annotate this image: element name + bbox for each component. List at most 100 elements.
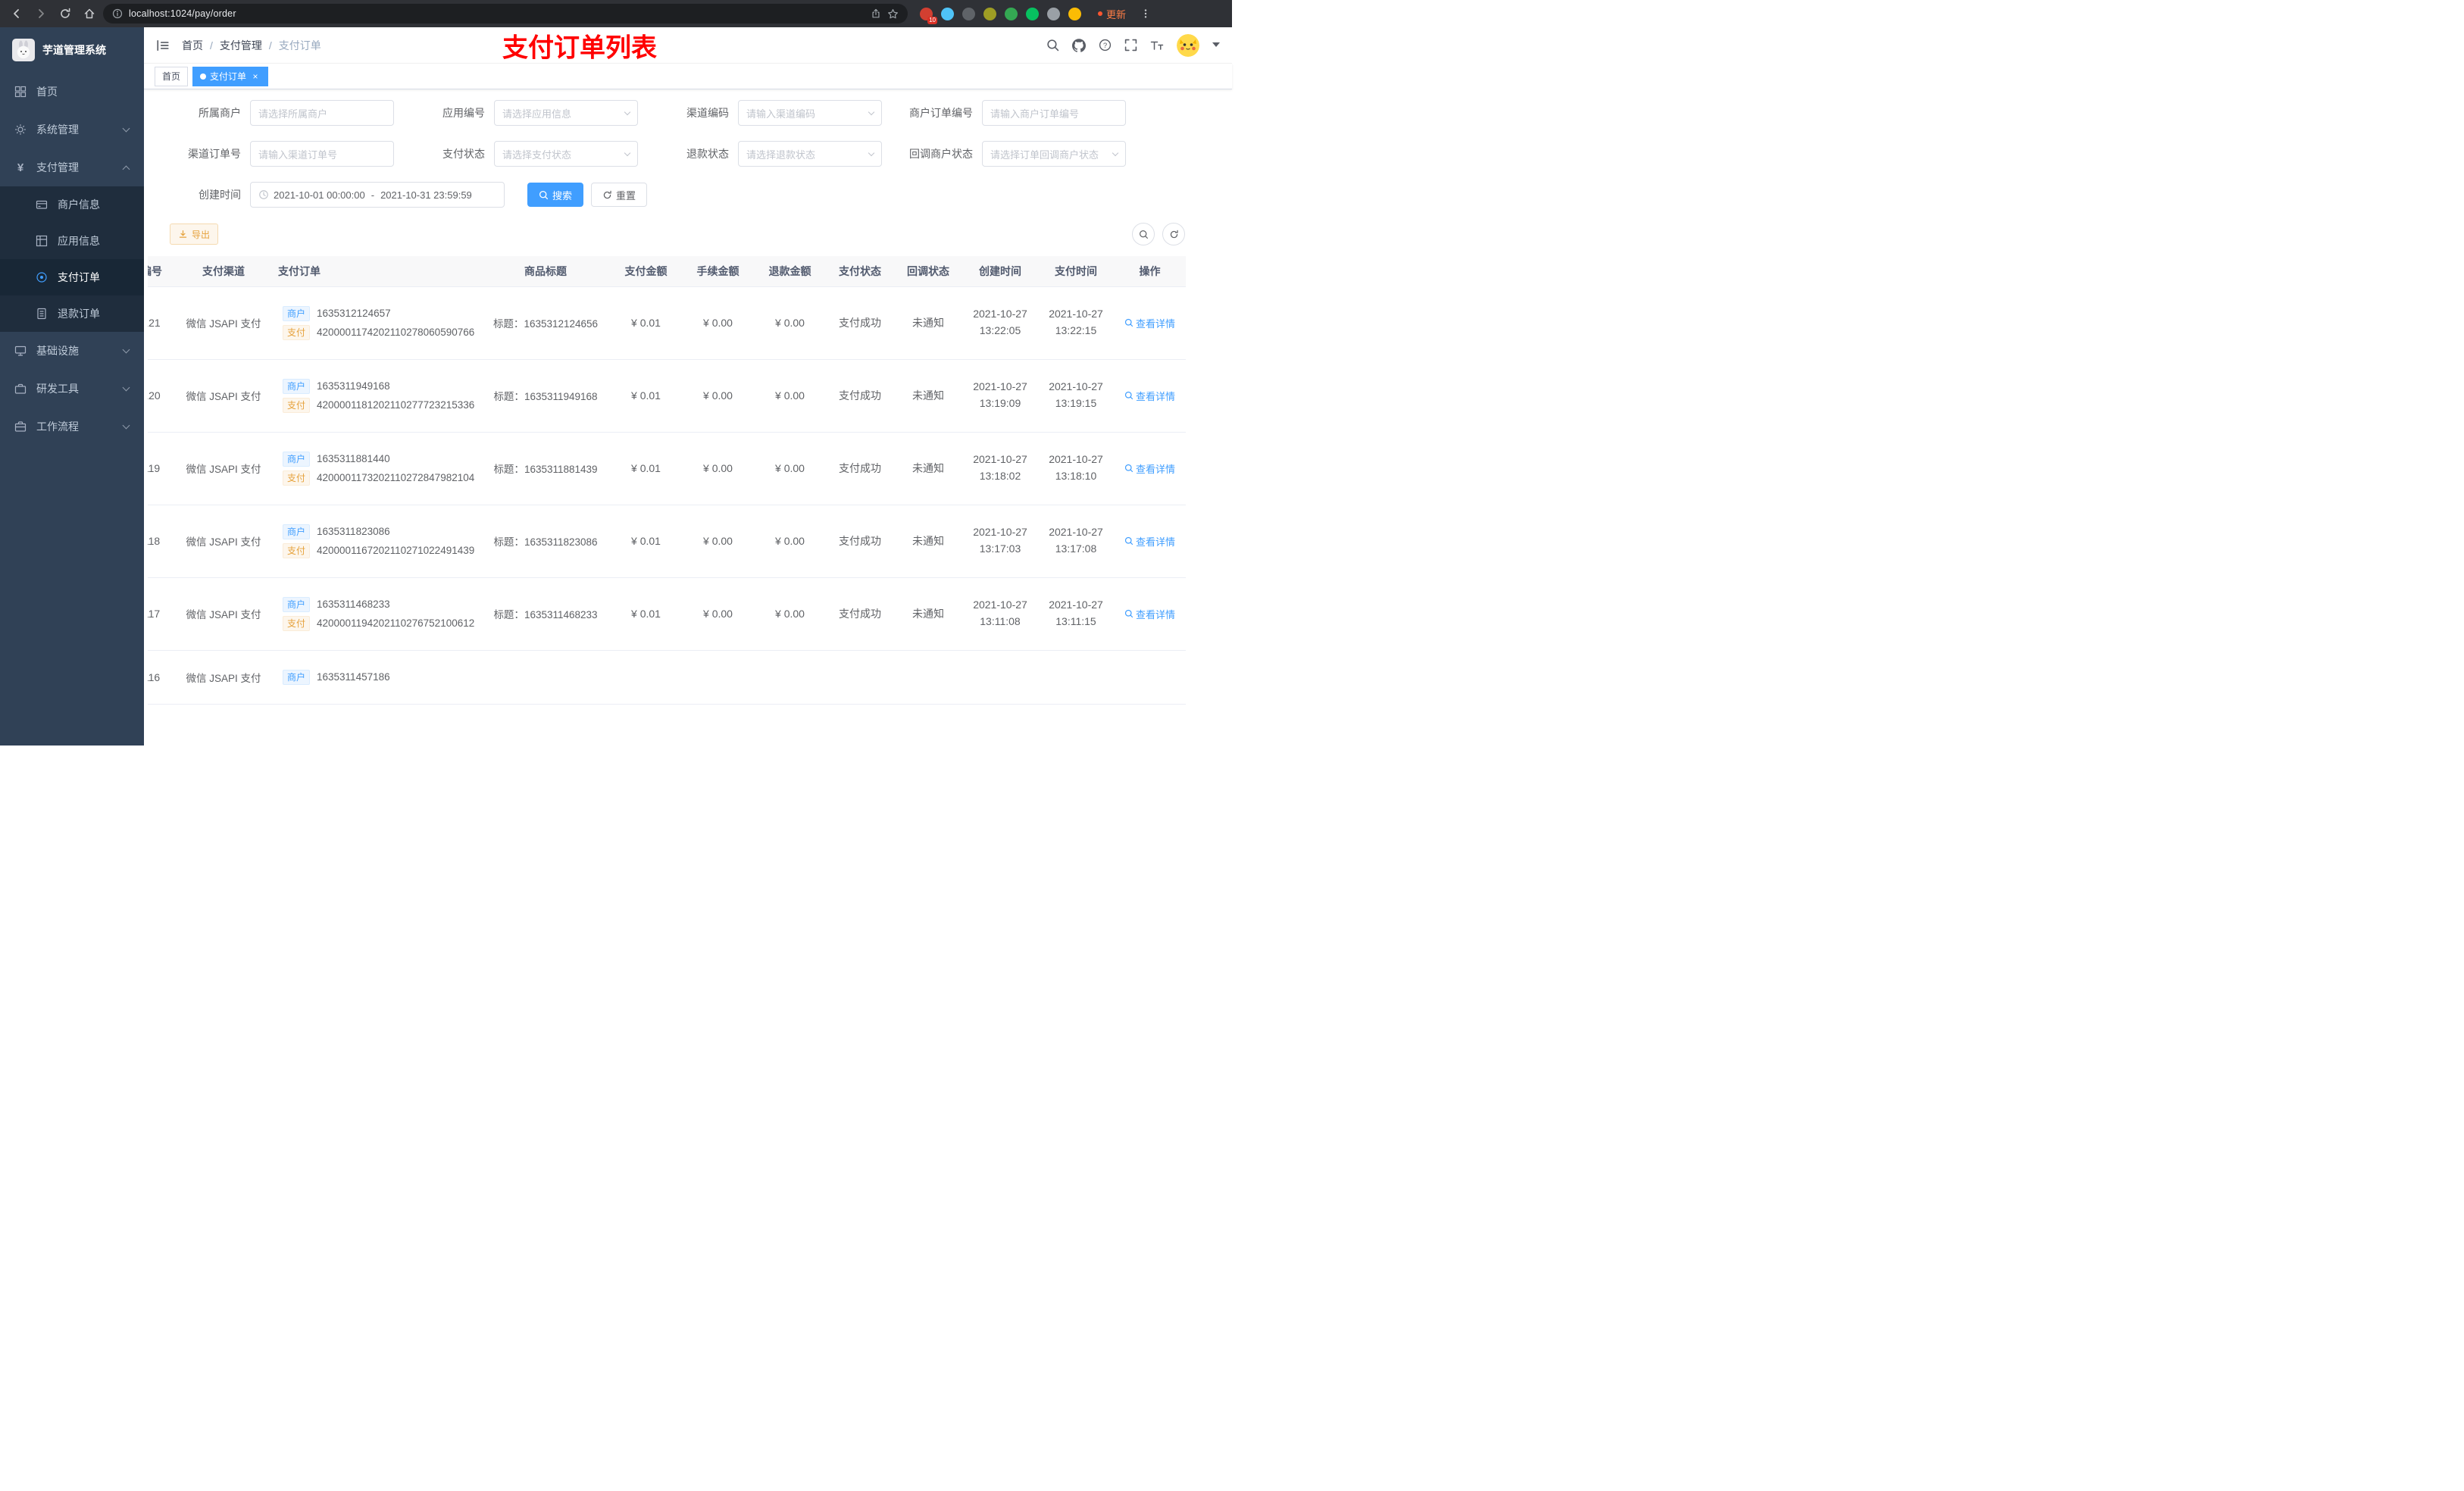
- tab-close-icon[interactable]: ×: [250, 71, 261, 82]
- extension-icon[interactable]: [962, 7, 975, 20]
- sidebar: 芋道管理系统 首页 系统管理 ¥ 支付管理 商户信息应用信息支付订单 退款订单 基础设施 研发…: [0, 27, 144, 746]
- column-header: 操作: [1114, 256, 1186, 287]
- refresh-table-button[interactable]: [1162, 223, 1185, 245]
- filter-field-callback-status: 回调商户状态 请选择订单回调商户状态: [899, 141, 1143, 167]
- url-bar[interactable]: localhost:1024/pay/order: [103, 4, 908, 23]
- breadcrumb-item[interactable]: 首页: [182, 38, 203, 53]
- extension-icon[interactable]: [1047, 7, 1060, 20]
- share-icon[interactable]: [871, 8, 881, 19]
- view-detail-link[interactable]: 查看详情: [1124, 461, 1175, 476]
- filter-pay-status-select[interactable]: 请选择支付状态: [494, 141, 638, 167]
- sidebar-item-merchant-info[interactable]: 商户信息: [0, 186, 144, 223]
- caret-down-icon[interactable]: [1212, 42, 1220, 48]
- browser-update-button[interactable]: 更新: [1098, 7, 1126, 21]
- channel-order-no: 4200001174202110278060590766: [317, 327, 475, 338]
- sidebar-item-workflow[interactable]: 工作流程: [0, 408, 144, 445]
- export-button[interactable]: 导出: [170, 223, 219, 245]
- browser-menu-icon[interactable]: [1135, 3, 1156, 24]
- search-icon: [539, 190, 549, 200]
- create-time-range-input[interactable]: 2021-10-01 00:00:00-2021-10-31 23:59:59: [250, 182, 505, 208]
- cell-pay-status: [826, 650, 894, 705]
- filter-channel-code-select[interactable]: 请输入渠道编码: [738, 100, 882, 126]
- cell-refund-amount: ¥ 0.00: [754, 432, 826, 505]
- filter-form: 所属商户 请选择所属商户 应用编号 请选择应用信息 渠道编码 请输入渠道编码 商户订单编号请…: [144, 100, 1232, 208]
- cell-channel: 微信 JSAPI 支付: [178, 359, 269, 433]
- cell-channel: 微信 JSAPI 支付: [178, 650, 269, 705]
- merchant-tag: 商户: [283, 378, 311, 394]
- github-icon[interactable]: [1072, 38, 1086, 52]
- cell-refund-amount: ¥ 0.00: [754, 286, 826, 360]
- breadcrumb-item[interactable]: 支付管理: [220, 38, 262, 53]
- view-detail-link[interactable]: 查看详情: [1124, 316, 1175, 330]
- filter-merchant-input[interactable]: 请选择所属商户: [250, 100, 394, 126]
- sidebar-item-infrastructure[interactable]: 基础设施: [0, 332, 144, 370]
- browser-home-icon[interactable]: [79, 3, 100, 24]
- merchant-order-no: 1635311823086: [317, 526, 390, 537]
- extension-icon[interactable]: [941, 7, 954, 20]
- view-detail-link[interactable]: 查看详情: [1124, 534, 1175, 549]
- filter-callback-status-select[interactable]: 请选择订单回调商户状态: [982, 141, 1126, 167]
- cell-fee-amount: ¥ 0.00: [682, 432, 754, 505]
- chevron-down-icon: [624, 108, 631, 115]
- sidebar-item-label: 应用信息: [58, 235, 100, 247]
- cell-order: 商户 1635311949168 支付 42000011812021102777232…: [269, 359, 481, 433]
- gear-icon: [14, 123, 27, 136]
- sidebar-item-system-management[interactable]: 系统管理: [0, 111, 144, 148]
- filter-refund-status-select[interactable]: 请选择退款状态: [738, 141, 882, 167]
- filter-label: 应用编号: [442, 107, 485, 119]
- browser-reload-icon[interactable]: [55, 3, 76, 24]
- filter-merchant-order-no-input[interactable]: 请输入商户订单编号: [982, 100, 1126, 126]
- font-size-icon[interactable]: [1150, 39, 1164, 52]
- extension-icon[interactable]: [1068, 7, 1081, 20]
- yen-icon: ¥: [17, 161, 24, 174]
- view-detail-link[interactable]: 查看详情: [1124, 607, 1175, 621]
- extension-icon[interactable]: [983, 7, 996, 20]
- chevron-down-icon: [122, 124, 130, 133]
- site-info-icon[interactable]: [112, 8, 123, 19]
- cell-title: 标题：1635311823086: [481, 505, 610, 578]
- extension-icon[interactable]: [1005, 7, 1018, 20]
- filter-app-id-select[interactable]: 请选择应用信息: [494, 100, 638, 126]
- extension-icon[interactable]: [1026, 7, 1039, 20]
- app-title: 芋道管理系统: [42, 44, 106, 56]
- filter-field-merchant: 所属商户 请选择所属商户: [167, 100, 411, 126]
- sidebar-item-home[interactable]: 首页: [0, 73, 144, 111]
- merchant-tag: 商户: [283, 305, 311, 321]
- sidebar-item-refund-order[interactable]: 退款订单: [0, 295, 144, 332]
- refresh-icon: [602, 190, 612, 200]
- date-start-value: 2021-10-01 00:00:00: [274, 189, 365, 201]
- refresh-icon: [1170, 230, 1178, 238]
- sidebar-item-app-info[interactable]: 应用信息: [0, 223, 144, 259]
- cell-create-time: 2021-10-27 13:22:05: [962, 286, 1038, 360]
- extension-icon[interactable]: 10: [920, 7, 937, 24]
- chevron-up-icon: [122, 165, 130, 173]
- page-content: 所属商户 请选择所属商户 应用编号 请选择应用信息 渠道编码 请输入渠道编码 商户订单编号请…: [144, 89, 1232, 746]
- app-header: 首页 / 支付管理 / 支付订单 支付订单列表 ?: [144, 27, 1232, 64]
- sidebar-item-dev-tools[interactable]: 研发工具: [0, 370, 144, 408]
- sidebar-item-pay-order[interactable]: 支付订单: [0, 259, 144, 295]
- browser-forward-icon[interactable]: [30, 3, 52, 24]
- search-button[interactable]: 搜索: [527, 183, 584, 207]
- tab-home[interactable]: 首页: [155, 66, 189, 86]
- browser-back-icon[interactable]: [6, 3, 27, 24]
- cell-title: 标题：1635311468233: [481, 577, 610, 651]
- cell-pay-status: 支付成功: [826, 286, 894, 360]
- sidebar-toggle-icon[interactable]: [156, 39, 170, 52]
- user-avatar[interactable]: [1177, 33, 1199, 57]
- app-logo[interactable]: 芋道管理系统: [0, 27, 144, 73]
- sidebar-item-payment-management[interactable]: ¥ 支付管理: [0, 148, 144, 186]
- header-search-icon[interactable]: [1046, 39, 1059, 52]
- bookmark-star-icon[interactable]: [887, 8, 899, 20]
- view-detail-link[interactable]: 查看详情: [1124, 389, 1175, 403]
- cell-create-time: 2021-10-27 13:17:03: [962, 505, 1038, 578]
- reset-button[interactable]: 重置: [591, 183, 648, 207]
- breadcrumb-item: 支付订单: [278, 39, 321, 52]
- column-header: 支付金额: [610, 256, 682, 287]
- help-icon[interactable]: ?: [1099, 39, 1112, 52]
- cell-id: 116: [148, 650, 178, 705]
- cell-pay-amount: ¥ 0.01: [610, 359, 682, 433]
- filter-channel-order-no-input[interactable]: 请输入渠道订单号: [250, 141, 394, 167]
- toggle-search-button[interactable]: [1132, 223, 1155, 245]
- fullscreen-icon[interactable]: [1124, 39, 1137, 52]
- tab-pay-order[interactable]: 支付订单 ×: [192, 66, 269, 86]
